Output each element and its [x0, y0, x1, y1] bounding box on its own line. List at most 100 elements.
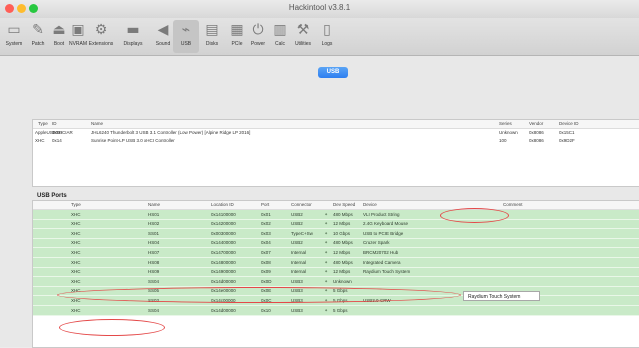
controllers-col-header[interactable]: Series: [499, 121, 512, 126]
usb-port-cell: 0x14800000: [211, 259, 236, 265]
speed-indicator-icon: ◆: [325, 230, 328, 235]
usb-port-cell: HS08: [148, 259, 160, 265]
controllers-col-header[interactable]: Name: [91, 121, 103, 126]
annotation-oval-row: [57, 287, 461, 303]
toolbar-utilities-button[interactable]: ⚒ Utilities: [290, 20, 316, 53]
controller-cell: XHC: [35, 138, 45, 143]
usb-port-cell: TypeC+Sw: [291, 230, 313, 236]
speed-indicator-icon: ◆: [325, 211, 328, 216]
usb-port-cell: 12 Mbps: [333, 221, 351, 227]
disk-icon: ▤: [205, 22, 219, 38]
usb-port-cell: 480 Mbps: [333, 240, 353, 246]
usb-port-cell: XHC: [71, 269, 81, 275]
controllers-col-header[interactable]: ID: [52, 121, 57, 126]
usb-port-cell: USB to PCIE Bridge: [363, 230, 404, 236]
toolbar-displays-button[interactable]: ▬ Displays: [120, 20, 146, 53]
usb-port-cell: 480 Mbps: [333, 211, 353, 217]
usb-port-row[interactable]: XHC HS04 0x14400000 0x04 USB2 480 Mbps Cruzer …: [33, 238, 639, 249]
usb-port-cell: 12 Mbps: [333, 269, 351, 275]
controller-row[interactable]: XHC 0x14 Sunrise Point-LP USB 3.0 xHCI Con…: [33, 137, 639, 145]
calculator-icon: ▥: [273, 22, 287, 38]
usb-ports-col-header[interactable]: Connector: [291, 202, 312, 207]
usb-ports-title: USB Ports: [37, 193, 67, 199]
speed-indicator-icon: ◆: [325, 249, 328, 254]
toolbar-logs-button[interactable]: ▯ Logs: [314, 20, 340, 53]
usb-segment-tab[interactable]: USB: [318, 67, 348, 78]
usb-port-cell: 0x14400000: [211, 240, 236, 246]
toolbar-disks-button[interactable]: ▤ Disks: [199, 20, 225, 53]
usb-port-cell: 12 Mbps: [333, 249, 351, 255]
usb-port-cell: Integrated Camera: [363, 259, 401, 265]
usb-port-cell: 0x14200000: [211, 221, 236, 227]
usb-ports-col-header[interactable]: Type: [71, 202, 81, 207]
usb-ports-col-header[interactable]: Dev Speed: [333, 202, 355, 207]
usb-port-cell: USB3: [291, 278, 303, 284]
usb-port-cell: 0x01: [261, 211, 271, 217]
usb-ports-col-header[interactable]: Comment: [503, 202, 523, 207]
toolbar-usb-button[interactable]: ⌁ USB: [173, 20, 199, 53]
annotation-oval-name: [59, 319, 165, 336]
usb-ports-col-header[interactable]: Name: [148, 202, 160, 207]
usb-icon: ⌁: [181, 22, 191, 38]
toolbar-system-button[interactable]: ▭ System: [1, 20, 27, 53]
usb-port-cell: HS01: [148, 211, 160, 217]
speed-indicator-icon: ◆: [325, 240, 328, 245]
controller-cell: 0x9D2F: [559, 138, 575, 143]
pencil-icon: ✎: [32, 22, 44, 38]
display-icon: ▬: [126, 22, 140, 38]
usb-port-cell: Internal: [291, 259, 307, 265]
usb-port-cell: USB2: [291, 221, 303, 227]
toolbar-label: Utilities: [294, 41, 312, 47]
controller-cell: 0x00: [52, 130, 62, 135]
usb-ports-table-header: Type Name Location ID Port Connector Dev Spee…: [33, 201, 639, 210]
usb-port-row[interactable]: XHC HS01 0x14100000 0x01 USB2 480 Mbps VLI Pro…: [33, 210, 639, 220]
controller-cell: 100: [499, 138, 507, 143]
controller-cell: Unknown: [499, 130, 518, 135]
usb-port-cell: 0x0D: [261, 278, 272, 284]
usb-port-cell: Internal: [291, 249, 307, 255]
speed-indicator-icon: ◆: [325, 221, 328, 226]
toolbar-label: Logs: [321, 41, 333, 47]
usb-ports-col-header[interactable]: Location ID: [211, 202, 234, 207]
usb-port-cell: 0x03: [261, 230, 271, 236]
usb-port-cell: SS04: [148, 278, 160, 284]
usb-port-cell: 2.4G Keyboard Mouse: [363, 221, 409, 227]
usb-port-cell: Raydium Touch System: [363, 269, 411, 275]
chip-icon: ▣: [71, 22, 85, 38]
controllers-col-header[interactable]: Device ID: [559, 121, 579, 126]
controller-cell: JHL6240 Thunderbolt 3 USB 3.1 Controller…: [91, 130, 251, 135]
usb-port-row[interactable]: XHC HS09 0x14900000 0x09 Internal 12 Mbps Rayd…: [33, 267, 639, 278]
controller-cell: 0x8086: [529, 138, 544, 143]
usb-port-row[interactable]: XHC HS08 0x14800000 0x08 Internal 480 Mbps Int…: [33, 258, 639, 268]
controllers-table[interactable]: Type ID Name Series Vendor Device ID AppleUSB…: [32, 119, 639, 187]
usb-port-row[interactable]: XHC SS04 0x14d00000 0x0D USB3 Unknown ◆: [33, 277, 639, 287]
usb-port-cell: SS04: [148, 307, 160, 313]
toolbar: ▭ System ✎ Patch ⏏ Boot ▣ NVRAM ⚙ Extensions ▬ Disp…: [0, 18, 639, 56]
usb-port-row[interactable]: XHC SS04 0x14d00000 0x10 USB3 5 Gbps ◆: [33, 306, 639, 316]
usb-port-row[interactable]: XHC SS01 0x00300000 0x03 TypeC+Sw 10 Gbps USB …: [33, 229, 639, 239]
usb-ports-col-header[interactable]: Port: [261, 202, 269, 207]
usb-port-cell: USB2: [291, 240, 303, 246]
usb-port-cell: Internal: [291, 269, 307, 275]
gear-icon: ⚙: [94, 22, 108, 38]
usb-port-cell: 0x04: [261, 240, 271, 246]
monitor-icon: ▭: [7, 22, 21, 38]
usb-port-cell: 0x07: [261, 249, 271, 255]
usb-port-cell: 0x08: [261, 259, 271, 265]
usb-port-cell: 10 Gbps: [333, 230, 351, 236]
speed-indicator-icon: ◆: [325, 269, 328, 274]
controllers-col-header[interactable]: Type: [38, 121, 48, 126]
controllers-col-header[interactable]: Vendor: [529, 121, 543, 126]
controller-cell: 0x8086: [529, 130, 544, 135]
toolbar-label: Extensions: [88, 41, 114, 47]
controller-cell: 0x14: [52, 138, 62, 143]
toolbar-extensions-button[interactable]: ⚙ Extensions: [88, 20, 114, 53]
usb-port-row[interactable]: XHC HS02 0x14200000 0x02 USB2 12 Mbps 2.4G Key…: [33, 219, 639, 230]
card-icon: ▦: [230, 22, 244, 38]
controller-row[interactable]: AppleUSBXHCIAR 0x00 JHL6240 Thunderbolt 3 …: [33, 129, 639, 137]
annotation-oval-device: [440, 208, 509, 223]
usb-port-cell: HS04: [148, 240, 160, 246]
usb-ports-col-header[interactable]: Device: [363, 202, 377, 207]
usb-port-row[interactable]: XHC HS07 0x14700000 0x07 Internal 12 Mbps BRCM…: [33, 248, 639, 258]
usb-port-cell: XHC: [71, 307, 81, 313]
